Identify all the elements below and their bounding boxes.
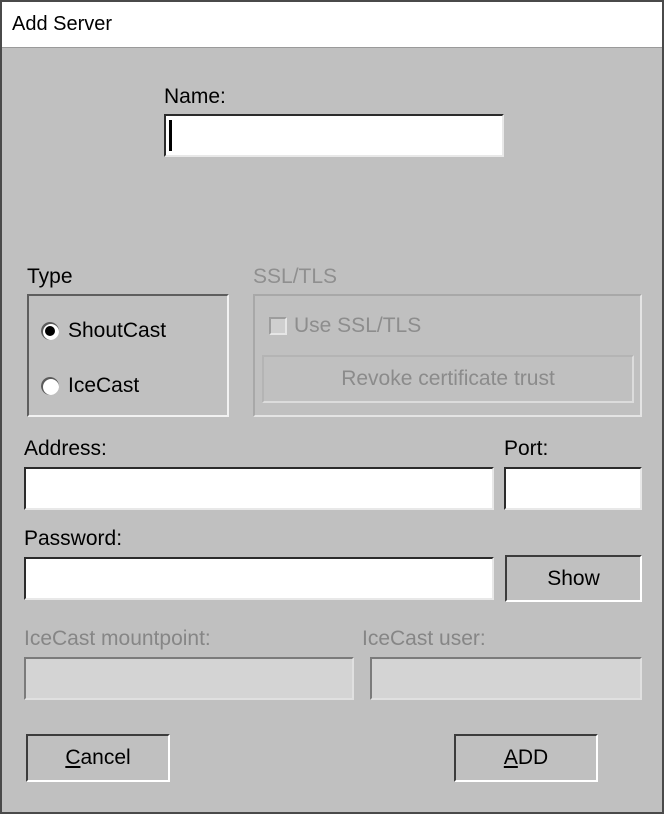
cancel-rest: ancel — [80, 746, 131, 769]
address-input[interactable] — [24, 467, 494, 510]
icecast-user-label: IceCast user: — [362, 627, 486, 650]
radio-icecast[interactable]: IceCast — [41, 374, 139, 398]
address-label: Address: — [24, 437, 107, 460]
name-label: Name: — [164, 85, 226, 108]
cancel-button-label: Cancel — [65, 746, 130, 770]
cancel-mnemonic: C — [65, 746, 81, 769]
port-input[interactable] — [504, 467, 642, 510]
checkbox-use-ssl-label: Use SSL/TLS — [294, 314, 422, 337]
titlebar: Add Server — [2, 2, 662, 48]
cancel-button[interactable]: Cancel — [26, 734, 170, 782]
add-rest: DD — [517, 746, 549, 769]
type-group-title: Type — [27, 265, 73, 288]
dialog-body: Name: Type ShoutCast IceCast SSL/TLS Use… — [2, 49, 662, 812]
port-label: Port: — [504, 437, 549, 460]
name-input[interactable] — [164, 114, 504, 157]
radio-icecast-icon — [41, 377, 59, 395]
checkbox-unchecked-icon — [269, 317, 287, 335]
add-button-label: ADD — [504, 746, 548, 770]
text-caret — [169, 120, 172, 151]
show-password-button[interactable]: Show — [505, 555, 642, 602]
mountpoint-input[interactable] — [24, 657, 354, 700]
radio-shoutcast-label: ShoutCast — [68, 319, 167, 342]
password-input[interactable] — [24, 557, 494, 600]
show-password-label: Show — [547, 566, 600, 590]
type-group-frame — [27, 294, 229, 417]
radio-shoutcast-icon — [41, 322, 59, 340]
ssl-group-title: SSL/TLS — [253, 265, 338, 288]
mountpoint-label: IceCast mountpoint: — [24, 627, 211, 650]
add-button[interactable]: ADD — [454, 734, 598, 782]
checkbox-use-ssl[interactable]: Use SSL/TLS — [269, 314, 421, 338]
revoke-certificate-trust-button[interactable]: Revoke certificate trust — [262, 355, 634, 403]
window-title: Add Server — [12, 13, 113, 35]
revoke-certificate-trust-label: Revoke certificate trust — [341, 367, 555, 390]
radio-icecast-label: IceCast — [68, 374, 140, 397]
radio-shoutcast[interactable]: ShoutCast — [41, 319, 166, 343]
icecast-user-input[interactable] — [370, 657, 642, 700]
password-label: Password: — [24, 527, 123, 550]
add-mnemonic: A — [503, 746, 518, 769]
add-server-dialog: Add Server Name: Type ShoutCast IceCast … — [0, 0, 664, 814]
